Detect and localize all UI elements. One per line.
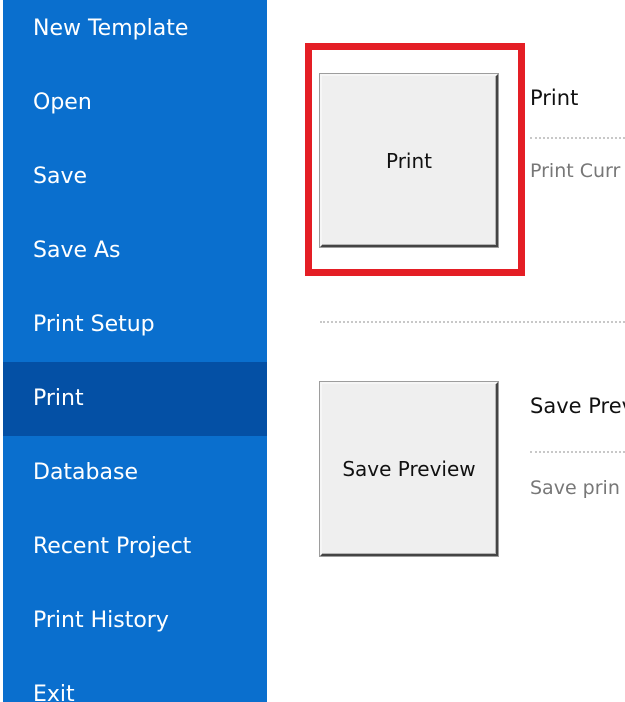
- section-divider: [320, 321, 625, 323]
- print-button[interactable]: Print: [320, 74, 498, 247]
- menu-item-open[interactable]: Open: [3, 66, 267, 140]
- menu-item-print-history[interactable]: Print History: [3, 584, 267, 658]
- sidebar-menu: New Template Open Save Save As Print Set…: [3, 0, 267, 702]
- menu-item-save[interactable]: Save: [3, 140, 267, 214]
- save-preview-title: Save Prev: [530, 394, 625, 418]
- print-button-label: Print: [385, 148, 432, 173]
- menu-item-print-setup[interactable]: Print Setup: [3, 288, 267, 362]
- save-preview-description: Save prin: [530, 477, 620, 499]
- menu-item-database[interactable]: Database: [3, 436, 267, 510]
- save-preview-button[interactable]: Save Preview: [320, 382, 498, 556]
- save-preview-divider: [530, 451, 625, 453]
- print-divider: [530, 137, 625, 139]
- menu-item-exit[interactable]: Exit: [3, 658, 267, 702]
- menu-item-new-template[interactable]: New Template: [3, 0, 267, 66]
- print-description: Print Curr: [530, 160, 621, 182]
- print-title: Print: [530, 86, 579, 110]
- menu-item-print[interactable]: Print: [3, 362, 267, 436]
- menu-item-recent-project[interactable]: Recent Project: [3, 510, 267, 584]
- menu-item-save-as[interactable]: Save As: [3, 214, 267, 288]
- save-preview-button-label: Save Preview: [342, 457, 476, 481]
